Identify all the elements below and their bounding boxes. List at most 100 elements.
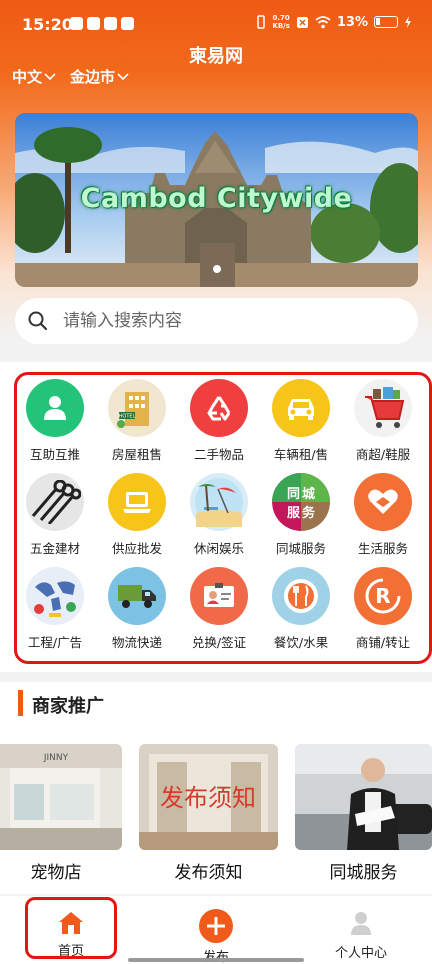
message-icon [121,17,134,30]
city-select[interactable]: 金边市 [70,66,129,87]
nav-label: 个人中心 [334,946,387,961]
category-logistics[interactable]: 物流快递 [96,567,178,655]
category-exchange-visa[interactable]: 兑换/签证 [178,567,260,655]
world-map-icon [26,567,84,625]
category-label: 互助互推 [29,447,80,462]
notice-image-text: 发布须知 [160,784,256,812]
network-speed: 0.70 KB/s [272,14,289,30]
app-screen: 15:20 0.70 KB/s 13% 柬易网 中文 金边市 Cambod Ci… [0,0,432,964]
category-label: 兑换/签证 [191,635,247,650]
hotel-building-icon: HOTEL [108,379,166,437]
chevron-down-icon [44,72,56,80]
category-second-hand[interactable]: 二手物品 [178,379,260,467]
user-icon [351,912,371,935]
category-label: 餐饮/水果 [273,635,329,650]
merchant-card-pet-shop[interactable]: JINNY [0,744,122,850]
heart-hand-icon [354,473,412,531]
wifi-icon [315,15,331,28]
nav-publish[interactable]: 发布 [178,908,254,964]
app-notification-icon [104,17,117,30]
home-highlight-frame [25,897,117,959]
vibrate-icon [257,15,266,29]
category-label: 同城服务 [275,541,326,556]
status-bar: 15:20 0.70 KB/s 13% [0,0,432,48]
category-city-service[interactable]: 同城服务 同城服务 [260,473,342,561]
gesture-bar[interactable] [128,958,304,962]
category-label: 房屋租售 [111,447,162,462]
notice-image: 发布须知 [139,744,278,850]
pet-shop-image: JINNY [0,744,122,850]
category-shop-transfer[interactable]: R 商铺/转让 [342,567,424,655]
merchant-card-city-service[interactable] [295,744,432,850]
category-label: 休闲娱乐 [193,541,244,556]
city-service-icon: 同城服务 [272,473,330,531]
car-icon [272,379,330,437]
carousel-dot[interactable] [213,265,221,273]
shop-r-icon: R [354,567,412,625]
svg-text:城: 城 [302,486,315,502]
notification-icons [70,17,134,30]
network-speed-unit: KB/s [272,22,290,30]
banner-carousel[interactable]: Cambod Citywide [15,113,418,287]
search-icon [28,311,48,331]
merchant-label: 宠物店 [30,863,82,883]
category-label: 五金建材 [29,541,80,556]
category-life-service[interactable]: 生活服务 [342,473,424,561]
category-label: 车辆租/售 [273,447,329,462]
category-grid: 互助互推 HOTEL 房屋租售 二手物品 车辆租/售 商超/鞋服 五金建材 供应… [14,379,424,655]
person-icon [26,379,84,437]
svg-text:服: 服 [287,506,301,521]
merchant-label: 发布须知 [174,863,243,883]
notification-icon [70,17,83,30]
category-vehicles[interactable]: 车辆租/售 [260,379,342,467]
svg-text:务: 务 [302,505,316,521]
section-title: 商家推广 [32,696,104,717]
category-label: 物流快递 [111,635,162,650]
svg-text:同: 同 [287,487,300,502]
category-supermarket[interactable]: 商超/鞋服 [342,379,424,467]
app-title: 柬易网 [189,46,243,67]
merchant-label: 同城服务 [329,863,398,883]
category-hardware[interactable]: 五金建材 [14,473,96,561]
merchant-card-notice[interactable]: 发布须知 [139,744,278,850]
pipes-icon [26,473,84,531]
city-label: 金边市 [70,68,116,86]
merchant-image-text: JINNY [43,753,69,763]
category-housing[interactable]: HOTEL 房屋租售 [96,379,178,467]
category-engineering-ads[interactable]: 工程/广告 [14,567,96,655]
category-label: 生活服务 [357,541,408,556]
city-service-image [295,744,432,850]
id-card-icon [190,567,248,625]
shopping-cart-icon [354,379,412,437]
category-leisure[interactable]: 休闲娱乐 [178,473,260,561]
beach-icon [190,473,248,531]
status-time: 15:20 [22,15,73,34]
category-label: 供应批发 [111,541,162,556]
nav-profile[interactable]: 个人中心 [320,910,402,964]
plus-icon [199,909,233,943]
category-label: 商铺/转让 [355,635,411,650]
status-right: 0.70 KB/s 13% [256,14,412,30]
language-label: 中文 [12,68,43,86]
laptop-icon [108,473,166,531]
svg-text:R: R [375,584,390,608]
banner-caption: Cambod Citywide [80,183,353,214]
category-wholesale[interactable]: 供应批发 [96,473,178,561]
category-label: 工程/广告 [27,635,83,650]
sim-icon [296,16,308,28]
chevron-down-icon [117,72,129,80]
svg-text:HOTEL: HOTEL [119,414,136,420]
recycle-icon [190,379,248,437]
battery-percent: 13% [336,14,368,30]
network-speed-value: 0.70 [272,14,290,22]
category-label: 商超/鞋服 [355,447,411,462]
charging-icon [405,16,411,28]
truck-icon [108,567,166,625]
language-select[interactable]: 中文 [12,66,56,87]
category-mutual-promotion[interactable]: 互助互推 [14,379,96,467]
section-accent-bar [18,690,23,716]
category-food-fruit[interactable]: 餐饮/水果 [260,567,342,655]
search-bar[interactable] [15,298,418,344]
tiktok-icon [87,17,100,30]
search-input[interactable] [63,311,383,331]
